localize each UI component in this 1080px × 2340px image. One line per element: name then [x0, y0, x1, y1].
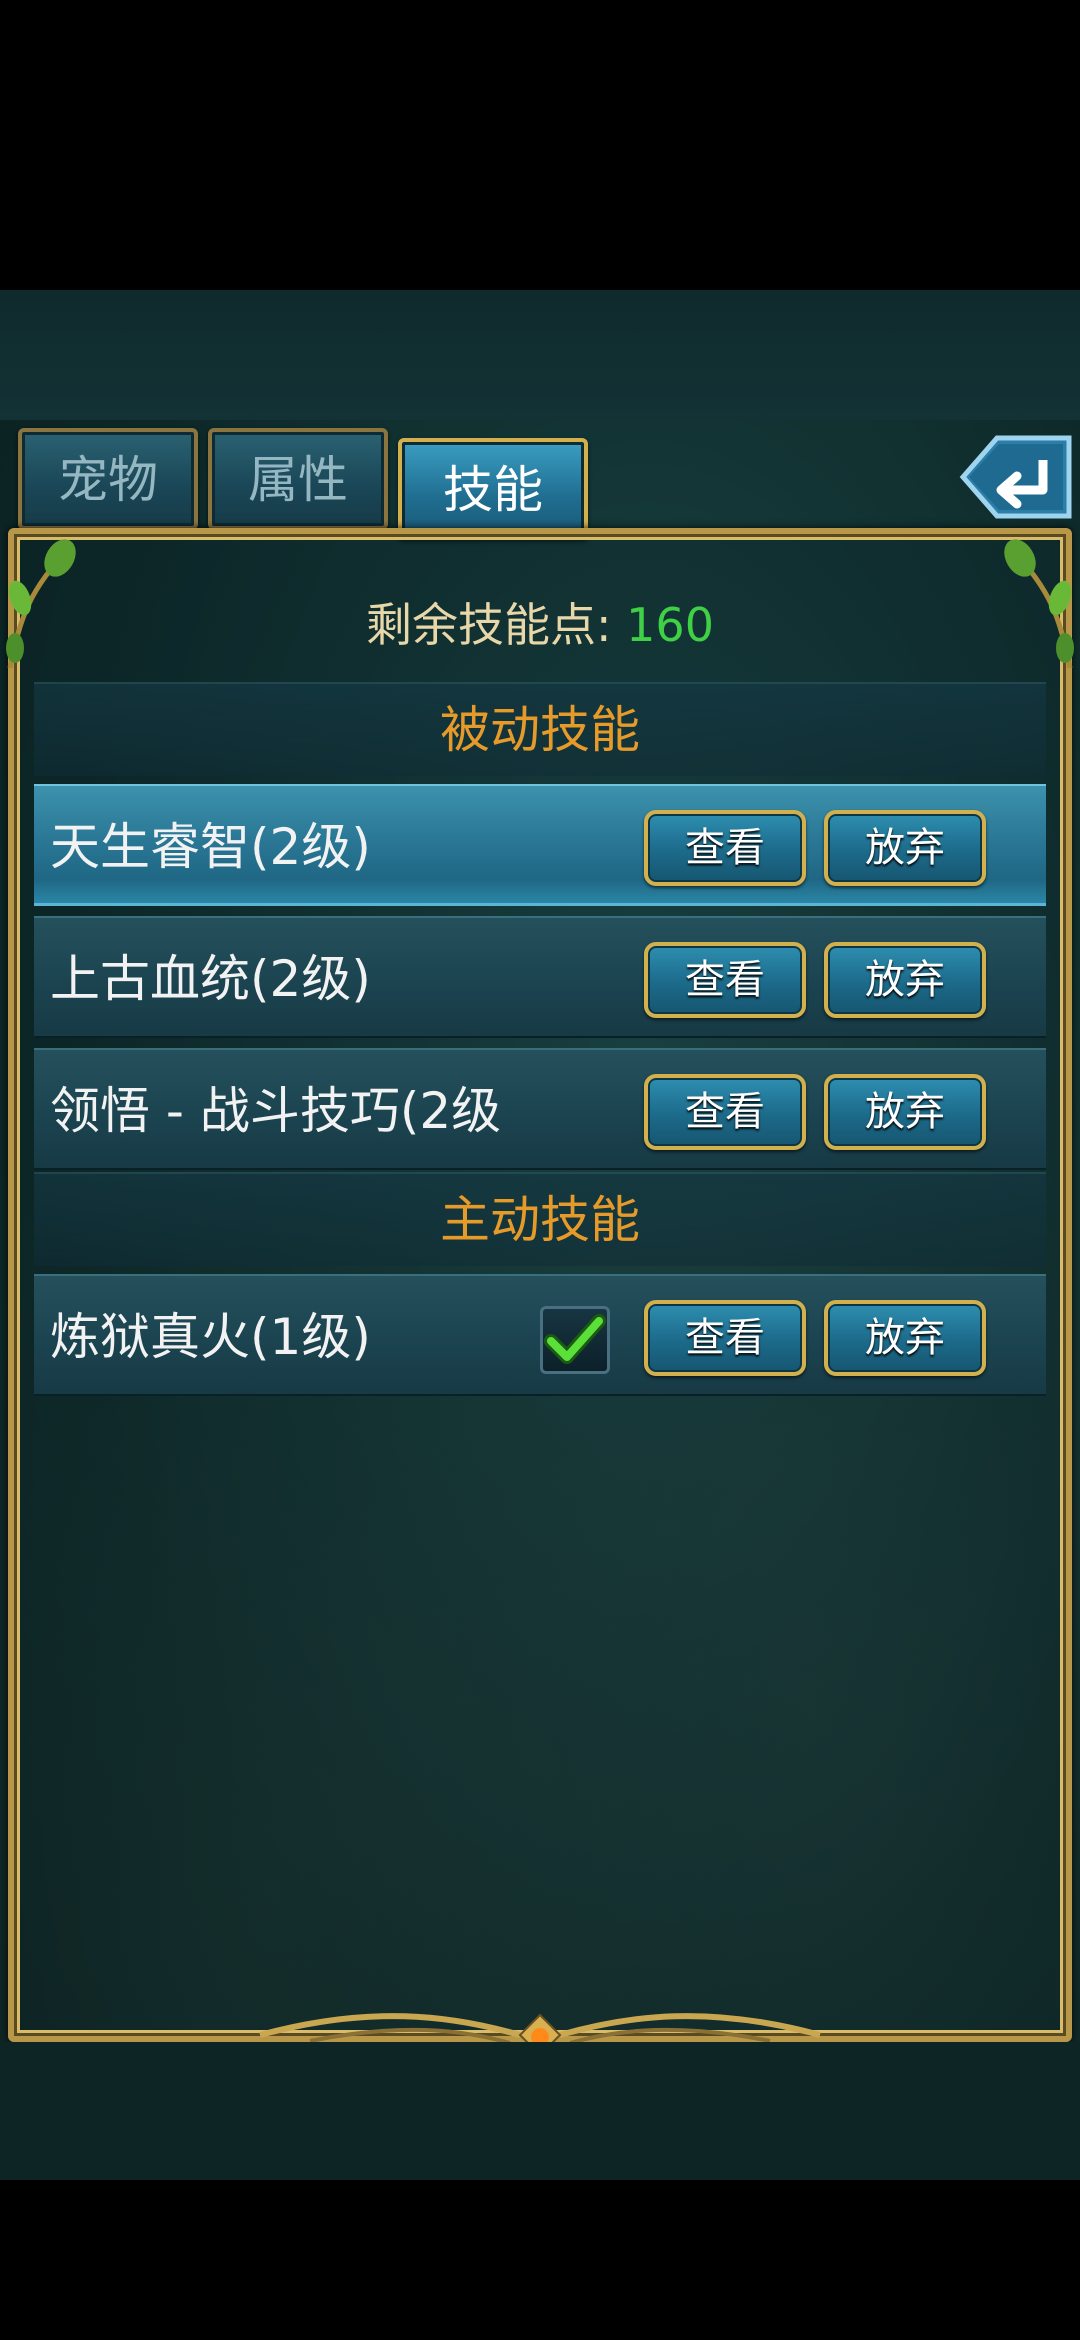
tab-attributes[interactable]: 属性: [208, 428, 388, 530]
skill-points-display: 剩余技能点: 160: [0, 590, 1080, 660]
give-up-button[interactable]: 放弃: [824, 942, 986, 1018]
skill-row[interactable]: 炼狱真火(1级) 查看 放弃: [34, 1274, 1046, 1396]
bottom-bar: [0, 2042, 1080, 2180]
view-button[interactable]: 查看: [644, 810, 806, 886]
skill-name: 上古血统(2级): [50, 950, 371, 1008]
top-bar: [0, 290, 1080, 420]
tab-skills[interactable]: 技能: [398, 438, 588, 540]
skill-row[interactable]: 领悟 - 战斗技巧(2级 查看 放弃: [34, 1048, 1046, 1170]
active-skills-header: 主动技能: [34, 1172, 1046, 1266]
skill-row[interactable]: 天生睿智(2级) 查看 放弃: [34, 784, 1046, 906]
view-button[interactable]: 查看: [644, 1074, 806, 1150]
auto-cast-checkbox[interactable]: [540, 1306, 610, 1374]
view-button[interactable]: 查看: [644, 1300, 806, 1376]
skill-name: 领悟 - 战斗技巧(2级: [50, 1082, 502, 1140]
skill-points-label: 剩余技能点:: [366, 598, 612, 652]
skill-name: 天生睿智(2级): [50, 818, 371, 876]
skill-name: 炼狱真火(1级): [50, 1308, 371, 1366]
checkmark-icon: [544, 1314, 606, 1364]
tab-pet[interactable]: 宠物: [18, 428, 198, 530]
give-up-button[interactable]: 放弃: [824, 1074, 986, 1150]
give-up-button[interactable]: 放弃: [824, 810, 986, 886]
give-up-button[interactable]: 放弃: [824, 1300, 986, 1376]
passive-skills-header: 被动技能: [34, 682, 1046, 776]
view-button[interactable]: 查看: [644, 942, 806, 1018]
back-arrow-icon[interactable]: [945, 430, 1075, 525]
skill-row[interactable]: 上古血统(2级) 查看 放弃: [34, 916, 1046, 1038]
skill-points-value: 160: [626, 598, 714, 652]
